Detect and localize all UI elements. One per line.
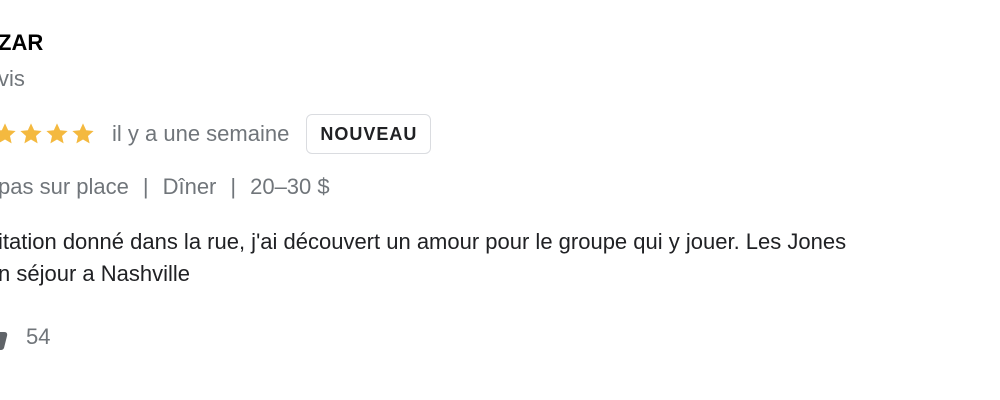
rating-row: il y a une semaine NOUVEAU: [0, 112, 432, 156]
review-details: pas sur place | Dîner | 20–30 $: [0, 174, 330, 200]
author-meta: vis: [0, 66, 25, 91]
star-rating: [0, 121, 96, 147]
star-icon: [0, 121, 18, 147]
meal-type: Dîner: [162, 174, 217, 199]
review-text-line: n séjour a Nashville: [0, 261, 190, 286]
like-button[interactable]: 54: [0, 324, 50, 350]
price-range: 20–30 $: [250, 174, 330, 199]
star-icon: [70, 121, 96, 147]
separator: |: [230, 174, 237, 199]
author-name[interactable]: ZAR: [0, 30, 43, 56]
review-card: ZAR vis il y a une semaine NOUVEAU pas s…: [0, 0, 1000, 400]
thumbs-up-icon: [0, 324, 10, 350]
like-count: 54: [26, 324, 51, 349]
service-type: pas sur place: [0, 174, 129, 199]
star-icon: [44, 121, 70, 147]
review-date: il y a une semaine: [112, 121, 290, 146]
review-text: itation donné dans la rue, j'ai découver…: [0, 226, 1000, 290]
review-text-line: itation donné dans la rue, j'ai découver…: [0, 229, 847, 254]
separator: |: [142, 174, 149, 199]
star-icon: [18, 121, 44, 147]
new-badge: NOUVEAU: [306, 114, 432, 154]
